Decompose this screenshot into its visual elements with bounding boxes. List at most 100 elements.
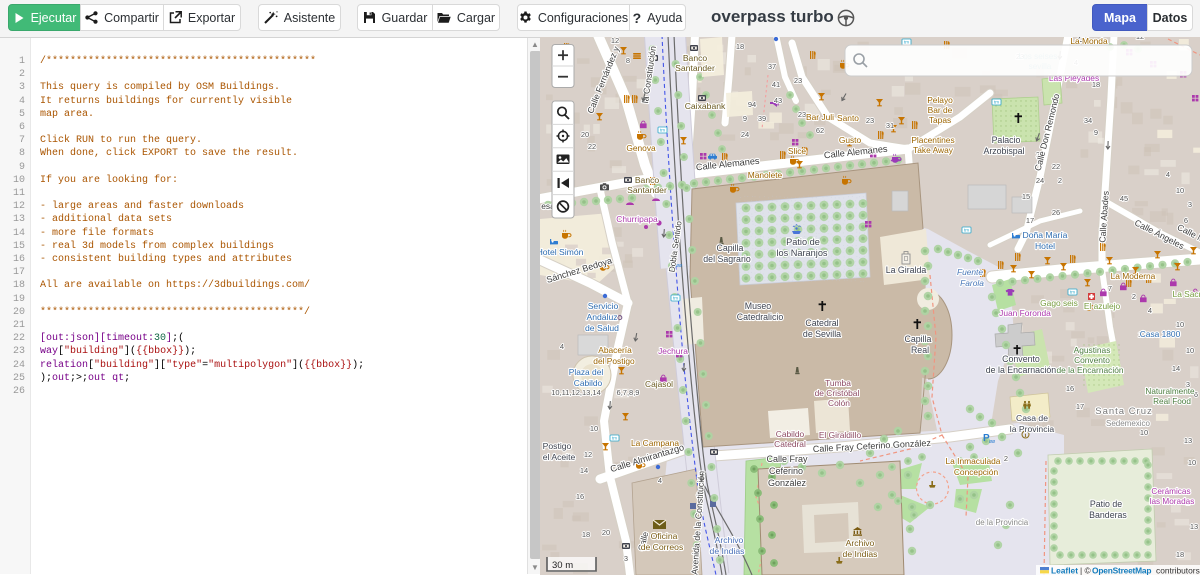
svg-text:Ceferino: Ceferino xyxy=(769,466,803,476)
svg-text:del Sagrario: del Sagrario xyxy=(703,254,751,264)
svg-text:9: 9 xyxy=(743,114,747,123)
svg-text:Colón: Colón xyxy=(828,398,850,408)
svg-text:Hotel: Hotel xyxy=(1035,241,1055,251)
svg-text:los Naranjos: los Naranjos xyxy=(776,248,827,258)
svg-text:tm: tm xyxy=(660,128,665,133)
svg-text:10: 10 xyxy=(1186,346,1194,355)
svg-text:16: 16 xyxy=(576,492,584,501)
svg-text:La Inmaculada: La Inmaculada xyxy=(946,456,1001,466)
svg-text:Churripapa: Churripapa xyxy=(616,214,658,224)
svg-text:Banderas: Banderas xyxy=(1089,510,1127,520)
svg-text:17: 17 xyxy=(1026,216,1034,225)
svg-text:Gago seis: Gago seis xyxy=(1040,298,1078,308)
svg-text:Casa 1800: Casa 1800 xyxy=(1140,329,1181,339)
svg-text:Genova: Genova xyxy=(626,143,656,153)
svg-text:10: 10 xyxy=(1176,320,1184,329)
svg-text:10,11,12,13,14: 10,11,12,13,14 xyxy=(551,388,601,397)
svg-text:15: 15 xyxy=(1022,192,1030,201)
svg-text:16: 16 xyxy=(1066,384,1074,393)
svg-text:tm: tm xyxy=(1070,290,1075,295)
svg-text:Santa Cruz: Santa Cruz xyxy=(1095,406,1153,417)
svg-text:18: 18 xyxy=(582,530,590,539)
svg-text:las Moradas: las Moradas xyxy=(1150,497,1195,506)
svg-text:Catedralicio: Catedralicio xyxy=(737,312,784,322)
svg-text:23: 23 xyxy=(866,116,874,125)
svg-text:Tumba: Tumba xyxy=(825,378,851,388)
svg-text:tm: tm xyxy=(904,40,909,45)
svg-text:Pelayo: Pelayo xyxy=(927,95,953,105)
svg-text:Archivo: Archivo xyxy=(846,538,875,548)
svg-text:17: 17 xyxy=(1076,402,1084,411)
svg-text:34: 34 xyxy=(1084,116,1092,125)
svg-text:La Giralda: La Giralda xyxy=(886,265,927,275)
svg-text:13: 13 xyxy=(1184,436,1192,445)
svg-text:de la Encarnación: de la Encarnación xyxy=(1056,365,1123,375)
svg-text:18: 18 xyxy=(736,42,744,51)
svg-text:La Campana: La Campana xyxy=(631,438,679,448)
svg-text:20: 20 xyxy=(581,130,589,139)
svg-text:Arzobispal: Arzobispal xyxy=(983,146,1024,156)
svg-text:Gusto: Gusto xyxy=(839,135,862,145)
svg-text:Cabildo: Cabildo xyxy=(776,429,805,439)
svg-text:Abacería: Abacería xyxy=(598,345,632,355)
svg-text:Tapas: Tapas xyxy=(929,115,951,125)
svg-text:Patio de: Patio de xyxy=(786,237,820,247)
svg-text:Patio de: Patio de xyxy=(1090,499,1122,509)
svg-text:de Indias: de Indias xyxy=(843,549,878,559)
svg-text:Andaluz: Andaluz xyxy=(586,312,617,322)
svg-text:30 m: 30 m xyxy=(552,560,573,571)
svg-text:Take Away: Take Away xyxy=(913,145,954,155)
svg-text:Hotel Simón: Hotel Simón xyxy=(540,247,584,257)
svg-text:24: 24 xyxy=(741,130,749,139)
svg-text:4: 4 xyxy=(658,476,662,485)
svg-text:Real Food: Real Food xyxy=(1153,397,1191,406)
svg-text:94: 94 xyxy=(748,100,756,109)
svg-text:Manolete: Manolete xyxy=(748,170,783,180)
svg-text:Bar de: Bar de xyxy=(928,105,953,115)
svg-text:8: 8 xyxy=(626,56,630,65)
svg-text:El Giraldillo: El Giraldillo xyxy=(819,430,862,440)
svg-text:de Correos: de Correos xyxy=(641,542,684,552)
svg-text:Fuente: Fuente xyxy=(957,267,983,277)
svg-text:7: 7 xyxy=(1108,284,1112,293)
svg-text:Archivo: Archivo xyxy=(715,535,744,545)
svg-text:Naturalmente: Naturalmente xyxy=(1145,387,1195,396)
svg-text:24: 24 xyxy=(1036,176,1044,185)
svg-text:Calle Fray: Calle Fray xyxy=(766,454,808,464)
svg-text:3: 3 xyxy=(624,554,628,563)
svg-text:14: 14 xyxy=(580,466,588,475)
svg-text:de Sevilla: de Sevilla xyxy=(803,329,841,339)
svg-text:Agustinas: Agustinas xyxy=(1074,345,1111,355)
svg-text:14: 14 xyxy=(1172,364,1180,373)
svg-text:la Provincia: la Provincia xyxy=(1010,424,1055,434)
svg-text:tm: tm xyxy=(612,436,617,441)
svg-text:tm: tm xyxy=(994,100,999,105)
svg-text:2: 2 xyxy=(1004,454,1008,463)
svg-text:de la Encarnación: de la Encarnación xyxy=(986,365,1057,375)
svg-text:La Sacris: La Sacris xyxy=(1173,289,1200,299)
svg-text:de Indias: de Indias xyxy=(710,546,745,556)
svg-text:Placentines: Placentines xyxy=(911,135,954,145)
svg-text:Jechura: Jechura xyxy=(658,346,688,356)
svg-text:31: 31 xyxy=(886,121,894,130)
svg-text:12: 12 xyxy=(584,450,592,459)
svg-text:de Cristóbal: de Cristóbal xyxy=(815,388,860,398)
svg-text:10: 10 xyxy=(590,424,598,433)
svg-text:9: 9 xyxy=(1094,128,1098,137)
svg-text:10: 10 xyxy=(1140,428,1148,437)
svg-text:González: González xyxy=(768,478,807,488)
svg-text:Plaza del: Plaza del xyxy=(569,367,604,377)
svg-text:Bar Juli: Bar Juli xyxy=(806,112,834,122)
svg-text:4: 4 xyxy=(1148,306,1152,315)
svg-text:12: 12 xyxy=(611,37,619,45)
svg-text:62: 62 xyxy=(816,126,824,135)
svg-text:Servicio: Servicio xyxy=(588,301,619,311)
svg-text:Capilla: Capilla xyxy=(905,334,932,344)
svg-text:Santander: Santander xyxy=(675,63,715,73)
svg-text:Slice: Slice xyxy=(788,146,806,156)
svg-text:10: 10 xyxy=(1176,186,1184,195)
svg-text:Catedral: Catedral xyxy=(805,318,838,328)
svg-text:Banco: Banco xyxy=(635,175,660,185)
svg-text:Juan Foronda: Juan Foronda xyxy=(999,308,1051,318)
svg-text:tm: tm xyxy=(673,296,678,301)
